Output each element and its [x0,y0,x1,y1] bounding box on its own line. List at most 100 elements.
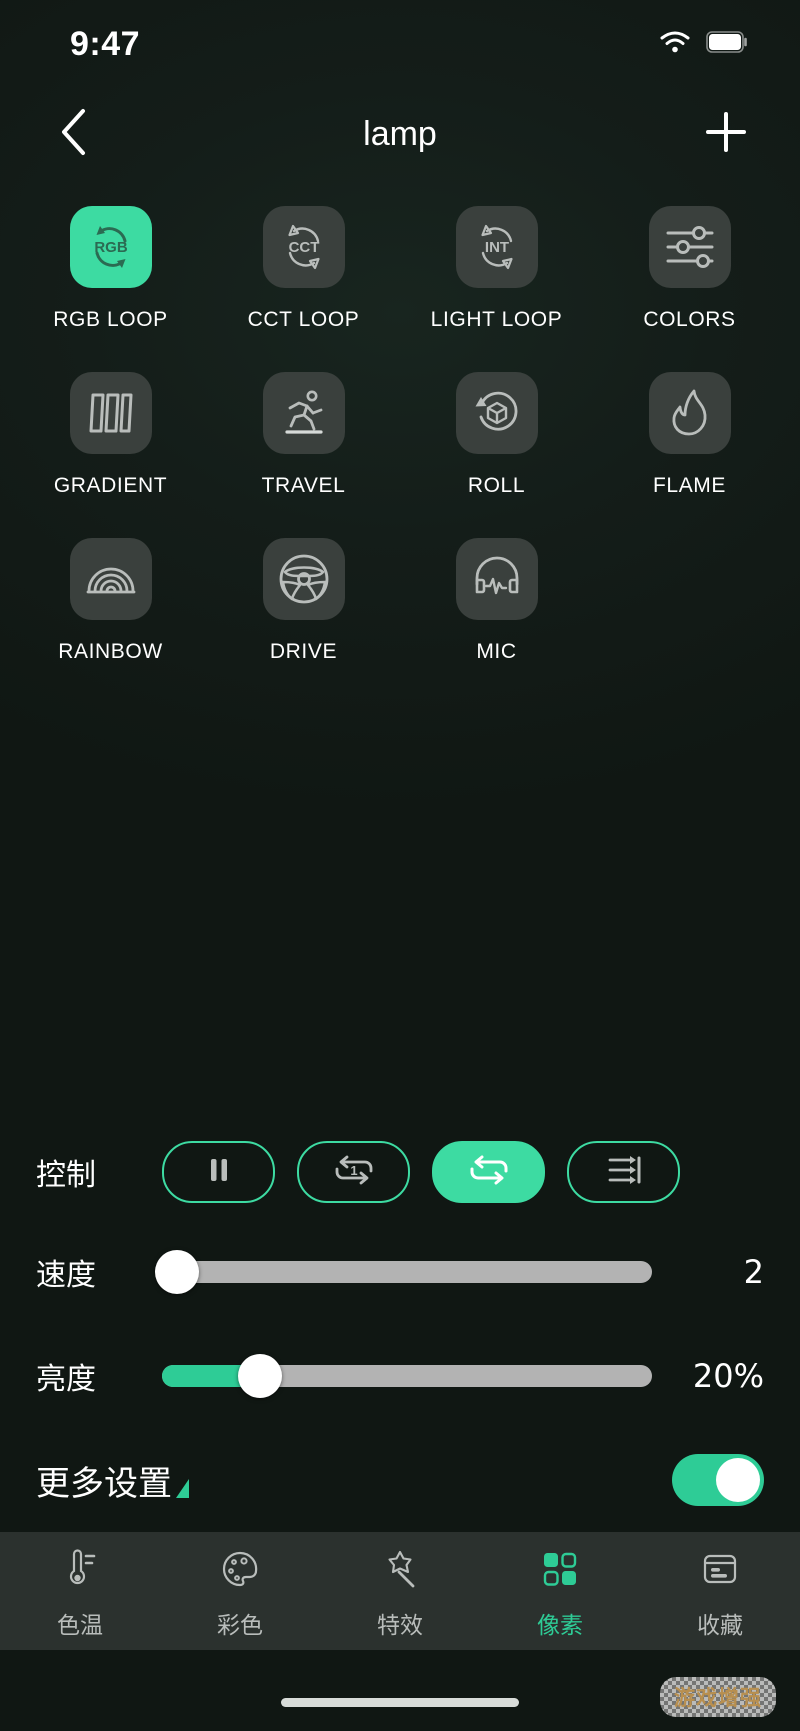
effect-gradient[interactable]: GRADIENT [14,364,207,526]
int-loop-icon: INT [467,217,527,277]
effect-tile[interactable] [262,372,345,454]
play-to-end-icon [602,1153,646,1192]
effect-label: MIC [476,640,517,663]
app-screen: 9:47 lamp RGB RGB LOOP CCT CCT LOOP INT … [0,0,800,1731]
repeat-one-button[interactable]: 1 [297,1141,410,1203]
speed-value: 2 [743,1253,764,1291]
palette-icon [220,1549,260,1594]
effect-light-loop[interactable]: INT LIGHT LOOP [400,198,593,360]
home-area: 游戏增强 [0,1650,800,1731]
thermometer-icon [60,1548,100,1594]
tab-label: 彩色 [217,1612,263,1639]
effect-label: COLORS [643,308,736,331]
tab-favorites[interactable]: 收藏 [640,1549,800,1640]
effect-tile[interactable]: RGB [69,206,152,288]
status-time: 9:47 [70,24,141,63]
effect-label: RAINBOW [58,640,163,663]
rainbow-icon [83,551,139,607]
play-to-end-button[interactable] [567,1141,680,1203]
tab-effects[interactable]: 特效 [320,1549,480,1640]
speed-slider[interactable] [154,1250,652,1294]
cct-loop-icon: CCT [274,217,334,277]
effect-tile[interactable]: INT [455,206,538,288]
effect-label: TRAVEL [261,474,346,497]
tab-pixel[interactable]: 像素 [480,1549,640,1640]
headphone-wave-icon [469,551,525,607]
repeat-all-button[interactable] [432,1141,545,1203]
add-button[interactable] [696,104,756,164]
brightness-thumb[interactable] [238,1354,282,1398]
nav-bar: lamp [0,88,800,180]
tab-label: 色温 [57,1612,103,1639]
control-buttons: 1 [162,1141,680,1203]
status-icons [660,30,748,58]
sliders-icon [662,219,718,275]
back-button[interactable] [44,104,104,164]
flame-icon [664,387,716,439]
effect-label: LIGHT LOOP [430,308,563,331]
runner-icon [277,386,331,440]
effect-label: DRIVE [269,640,338,663]
speed-track[interactable] [162,1261,652,1283]
effect-tile[interactable] [455,538,538,620]
effect-mic[interactable]: MIC [400,530,593,692]
pause-button[interactable] [162,1141,275,1203]
effect-drive[interactable]: DRIVE [207,530,400,692]
effect-tile[interactable]: CCT [262,206,345,288]
effect-rgb-loop[interactable]: RGB RGB LOOP [14,198,207,360]
effect-label: FLAME [652,474,726,497]
effect-tile[interactable] [455,372,538,454]
effect-travel[interactable]: TRAVEL [207,364,400,526]
tab-label: 收藏 [697,1612,743,1639]
repeat-icon [465,1153,513,1192]
speed-slider-row: 速度 2 [0,1220,800,1324]
effects-grid: RGB RGB LOOP CCT CCT LOOP INT LIGHT LOOP… [0,180,800,692]
control-label: 控制 [36,1158,96,1193]
more-settings-toggle[interactable] [672,1454,764,1506]
steering-wheel-icon [276,551,332,607]
effect-flame[interactable]: FLAME [593,364,786,526]
speed-label: 速度 [36,1258,96,1293]
control-row: 控制 1 [0,1124,800,1220]
triangle-expand-icon [176,1478,189,1498]
brightness-slider-row: 亮度 20% [0,1324,800,1428]
effect-roll[interactable]: ROLL [400,364,593,526]
effect-rainbow[interactable]: RAINBOW [14,530,207,692]
tab-label: 特效 [377,1612,423,1639]
effect-cct-loop[interactable]: CCT CCT LOOP [207,198,400,360]
bars-icon [85,387,137,439]
effect-tile[interactable] [262,538,345,620]
card-save-icon [700,1549,740,1594]
effect-label: GRADIENT [53,474,168,497]
effect-label: ROLL [467,474,526,497]
svg-text:RGB: RGB [94,239,128,256]
tab-label: 像素 [537,1612,583,1639]
plus-icon [702,108,750,161]
tab-colors[interactable]: 彩色 [160,1549,320,1640]
tab-color-temperature[interactable]: 色温 [0,1548,160,1640]
effect-tile[interactable] [69,538,152,620]
speed-thumb[interactable] [154,1250,199,1294]
more-settings-expander[interactable]: 更多设置 [36,1456,189,1505]
repeat-one-icon: 1 [330,1153,378,1192]
watermark: 游戏增强 [660,1677,776,1717]
more-settings-row: 更多设置 [0,1428,800,1532]
tab-bar: 色温 彩色 特效 像素 收藏 [0,1532,800,1650]
effect-tile[interactable] [648,372,731,454]
pixel-grid-icon [540,1549,580,1594]
svg-text:INT: INT [484,239,508,256]
status-bar: 9:47 [0,0,800,88]
effect-label: CCT LOOP [247,308,360,331]
brightness-slider[interactable] [162,1354,652,1398]
effect-colors[interactable]: COLORS [593,198,786,360]
magic-wand-icon [380,1549,420,1594]
effect-tile[interactable] [648,206,731,288]
more-settings-label: 更多设置 [36,1463,172,1504]
effect-label: RGB LOOP [53,308,168,331]
home-indicator[interactable] [281,1698,519,1707]
wifi-icon [660,31,690,58]
rgb-loop-icon: RGB [81,217,141,277]
effect-tile[interactable] [69,372,152,454]
svg-text:CCT: CCT [288,239,319,256]
